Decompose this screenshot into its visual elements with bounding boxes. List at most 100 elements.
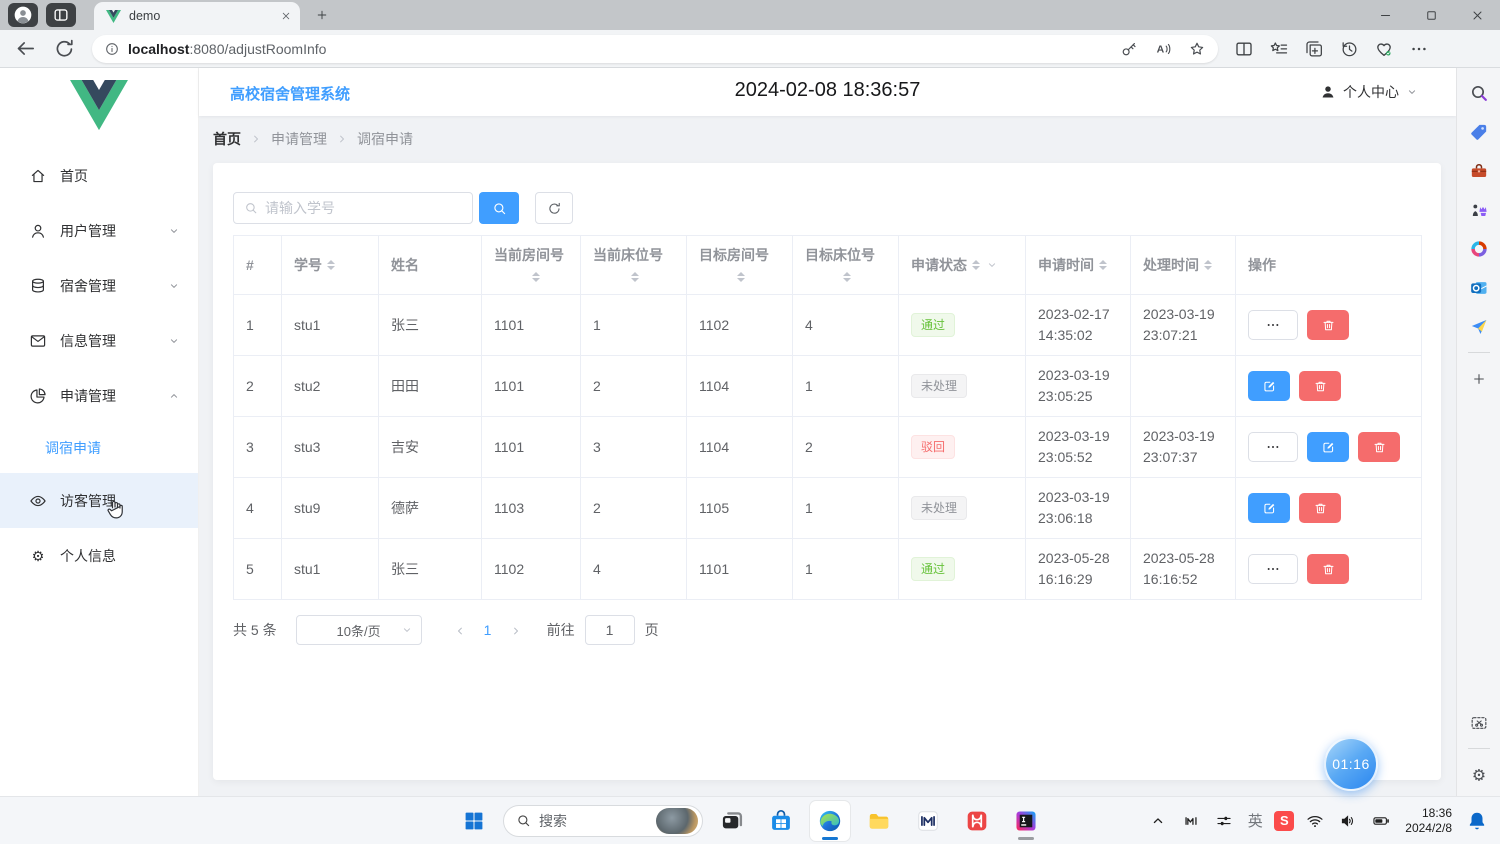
- browser-essentials-button[interactable]: [1374, 39, 1394, 59]
- sort-caret-icon[interactable]: [843, 268, 851, 286]
- delete-button[interactable]: [1358, 432, 1400, 462]
- next-page-button[interactable]: [502, 625, 530, 637]
- microsoft-365-button[interactable]: [1461, 229, 1497, 268]
- sort-caret-icon[interactable]: [327, 256, 335, 274]
- workspaces-button[interactable]: [46, 3, 76, 27]
- breadcrumb-item[interactable]: 申请管理: [271, 129, 327, 149]
- column-header-status[interactable]: 申请状态: [899, 236, 1026, 295]
- battery-button[interactable]: [1369, 809, 1393, 833]
- taskbar-marktext-button[interactable]: [908, 801, 948, 841]
- more-button[interactable]: [1248, 310, 1298, 340]
- column-header-process[interactable]: 处理时间: [1131, 236, 1236, 295]
- sidebar-item-application-management[interactable]: 申请管理: [0, 368, 198, 423]
- read-aloud-button[interactable]: A: [1154, 40, 1172, 58]
- sort-caret-icon[interactable]: [972, 256, 980, 274]
- current-page[interactable]: 1: [474, 622, 502, 638]
- taskbar-clock[interactable]: 18:36 2024/2/8: [1405, 806, 1452, 836]
- tray-chevron-button[interactable]: [1146, 809, 1170, 833]
- sort-caret-icon[interactable]: [737, 268, 745, 286]
- refresh-icon[interactable]: [53, 37, 76, 60]
- maximize-button[interactable]: [1408, 0, 1454, 30]
- browser-tab[interactable]: demo: [94, 2, 300, 30]
- sidebar-item-personal-info[interactable]: ⚙个人信息: [0, 528, 198, 583]
- taskbar-task-view-button[interactable]: [712, 801, 752, 841]
- column-header-tgt_bed[interactable]: 目标床位号: [793, 236, 899, 295]
- taskbar-edge-button[interactable]: [810, 801, 850, 841]
- key-button[interactable]: [1120, 40, 1138, 58]
- column-header-tgt_room[interactable]: 目标房间号: [687, 236, 793, 295]
- ime-indicator[interactable]: 英: [1245, 810, 1265, 831]
- sidebar-item-dorm-management[interactable]: 宿舍管理: [0, 258, 198, 313]
- start-button[interactable]: [454, 801, 494, 841]
- sort-caret-icon[interactable]: [631, 268, 639, 286]
- trash-icon: [1313, 379, 1328, 394]
- delete-button[interactable]: [1307, 554, 1349, 584]
- taskbar-search[interactable]: 搜索: [503, 805, 703, 837]
- shopping-button[interactable]: [1461, 112, 1497, 151]
- edit-button[interactable]: [1248, 493, 1290, 523]
- notification-bell-icon[interactable]: [1466, 810, 1488, 832]
- site-info-icon[interactable]: [104, 41, 120, 57]
- taskbar-explorer-button[interactable]: [859, 801, 899, 841]
- column-header-apply[interactable]: 申请时间: [1026, 236, 1131, 295]
- delete-button[interactable]: [1299, 371, 1341, 401]
- more-button[interactable]: [1248, 432, 1298, 462]
- sidebar-item-user-management[interactable]: 用户管理: [0, 203, 198, 258]
- sidebar-item-visitor-management[interactable]: 访客管理: [0, 473, 198, 528]
- collections-button[interactable]: [1304, 39, 1324, 59]
- breadcrumb-item[interactable]: 首页: [213, 129, 241, 149]
- column-header-sid[interactable]: 学号: [282, 236, 379, 295]
- more-button[interactable]: [1248, 554, 1298, 584]
- minimize-button[interactable]: [1362, 0, 1408, 30]
- search-highlight-image: [656, 808, 698, 834]
- sidebar-item-info-management[interactable]: 信息管理: [0, 313, 198, 368]
- split-screen-button[interactable]: [1234, 39, 1254, 59]
- favorite-star-button[interactable]: [1188, 40, 1206, 58]
- cell-apply: 2023-03-1923:06:18: [1026, 478, 1131, 539]
- sort-caret-icon[interactable]: [1099, 256, 1107, 274]
- toolbox-button[interactable]: [1461, 151, 1497, 190]
- close-button[interactable]: [1454, 0, 1500, 30]
- edit-button[interactable]: [1248, 371, 1290, 401]
- taskbar-intellij-button[interactable]: [1006, 801, 1046, 841]
- address-bar[interactable]: localhost:8080/adjustRoomInfo A: [92, 35, 1218, 63]
- page-size-select[interactable]: 10条/页: [296, 615, 422, 645]
- history-button[interactable]: [1339, 39, 1359, 59]
- taskbar-appgallery-button[interactable]: [957, 801, 997, 841]
- back-icon[interactable]: [14, 37, 37, 60]
- column-header-cur_bed[interactable]: 当前床位号: [581, 236, 687, 295]
- screenshot-button[interactable]: [1461, 703, 1497, 742]
- drop-button[interactable]: [1461, 307, 1497, 346]
- search-button[interactable]: [479, 192, 519, 224]
- delete-button[interactable]: [1299, 493, 1341, 523]
- games-button[interactable]: [1461, 190, 1497, 229]
- prev-page-button[interactable]: [446, 625, 474, 637]
- wifi-button[interactable]: [1303, 809, 1327, 833]
- column-header-cur_room[interactable]: 当前房间号: [482, 236, 581, 295]
- favorites-button[interactable]: [1269, 39, 1289, 59]
- new-tab-button[interactable]: [308, 1, 336, 29]
- sidebar-search-button[interactable]: [1461, 73, 1497, 112]
- settings-button[interactable]: ⚙: [1461, 755, 1497, 794]
- sidebar-item-adjust-application[interactable]: 调宿申请: [0, 423, 198, 473]
- volume-button[interactable]: [1336, 809, 1360, 833]
- customize-sidebar-button[interactable]: [1461, 359, 1497, 398]
- edit-button[interactable]: [1307, 432, 1349, 462]
- goto-page-input[interactable]: [585, 615, 635, 645]
- sort-caret-icon[interactable]: [532, 268, 540, 286]
- refresh-table-button[interactable]: [535, 192, 573, 224]
- taskbar-store-button[interactable]: [761, 801, 801, 841]
- recording-timer[interactable]: 01:16: [1324, 737, 1378, 791]
- sidebar-item-home[interactable]: 首页: [0, 148, 198, 203]
- delete-button[interactable]: [1307, 310, 1349, 340]
- student-id-search-input[interactable]: [265, 200, 462, 216]
- outlook-button[interactable]: [1461, 268, 1497, 307]
- tray-m-button[interactable]: [1179, 809, 1203, 833]
- sogou-input-icon[interactable]: S: [1274, 811, 1294, 831]
- more-button[interactable]: [1409, 39, 1429, 59]
- sort-caret-icon[interactable]: [1204, 256, 1212, 274]
- user-menu[interactable]: 个人中心: [1320, 82, 1418, 102]
- tray-sliders-button[interactable]: [1212, 809, 1236, 833]
- profile-button[interactable]: [8, 3, 38, 27]
- tab-close-icon[interactable]: [280, 10, 292, 22]
